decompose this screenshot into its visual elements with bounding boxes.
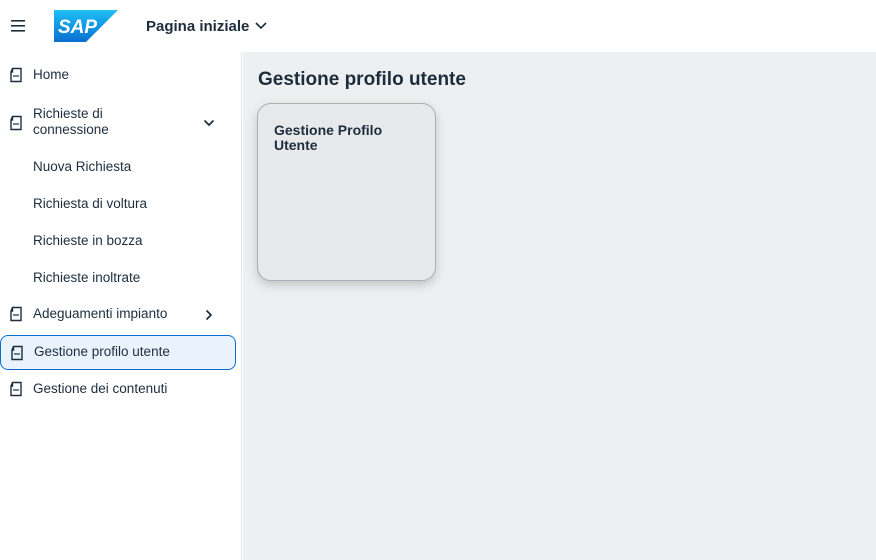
page-title: Pagina iniziale [146,17,250,35]
sidebar-item-home[interactable]: Home [0,66,236,84]
document-icon [9,67,23,83]
main-content: Gestione profilo utente Gestione Profilo… [243,52,876,560]
document-icon [9,115,23,131]
chevron-down-icon[interactable] [202,116,216,130]
sidebar-item-label: Richieste in bozza [33,233,143,248]
document-icon [9,306,23,322]
sidebar-item-gestione-profilo-utente[interactable]: Gestione profilo utente [0,335,236,370]
sidebar-item-richiesta-di-voltura[interactable]: Richiesta di voltura [0,195,236,213]
sidebar-item-adeguamenti-impianto[interactable]: Adeguamenti impianto [0,305,236,323]
document-icon [10,345,24,361]
shell-bar: SAP Pagina iniziale [0,0,876,52]
side-navigation: Home Richieste di connessione Nuova Rich… [0,52,242,560]
sidebar-item-richieste-inoltrate[interactable]: Richieste inoltrate [0,269,236,287]
page-heading: Gestione profilo utente [258,69,466,90]
chevron-right-icon[interactable] [202,308,216,322]
tile-gestione-profilo-utente[interactable]: Gestione Profilo Utente [257,103,436,281]
svg-text:SAP: SAP [58,17,97,38]
sidebar-item-label: Gestione dei contenuti [33,381,168,396]
document-icon [9,381,23,397]
sidebar-item-label: Richieste inoltrate [33,270,141,285]
tile-title: Gestione Profilo Utente [274,122,383,153]
chevron-down-icon [255,21,267,31]
sidebar-item-label: Richiesta di voltura [33,196,148,211]
sidebar-item-label: Richieste di connessione [33,106,109,137]
page-title-menu[interactable]: Pagina iniziale [146,15,267,37]
sidebar-item-label: Adeguamenti impianto [33,306,168,321]
sidebar-item-label: Home [33,67,70,82]
sidebar-item-label: Gestione profilo utente [34,344,170,359]
sidebar-item-richieste-di-connessione[interactable]: Richieste di connessione [0,106,236,140]
sidebar-item-gestione-dei-contenuti[interactable]: Gestione dei contenuti [0,380,236,398]
menu-icon[interactable] [10,16,28,36]
sidebar-item-label: Nuova Richiesta [33,159,132,174]
sidebar-item-nuova-richiesta[interactable]: Nuova Richiesta [0,158,236,176]
sap-logo[interactable]: SAP [54,10,118,42]
sidebar-item-richieste-in-bozza[interactable]: Richieste in bozza [0,232,236,250]
